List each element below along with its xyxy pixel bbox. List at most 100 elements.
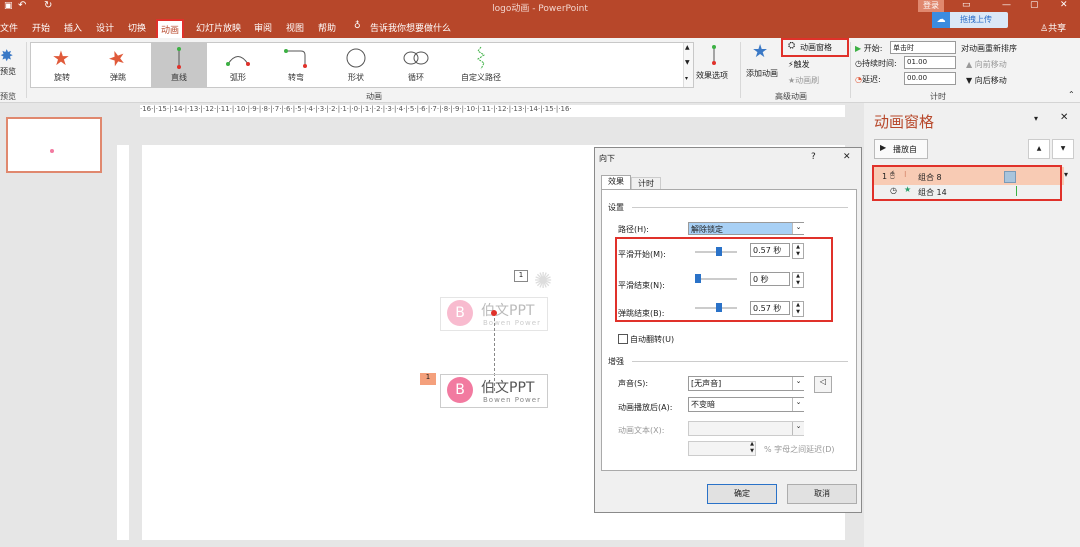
separator bbox=[850, 42, 851, 98]
logo-group[interactable]: B 伯文PPT Bowen Power bbox=[440, 374, 548, 408]
loop-path-icon bbox=[403, 51, 429, 65]
gallery-label: 弧形 bbox=[230, 73, 246, 82]
collapse-ribbon-icon[interactable]: ⌃ bbox=[1068, 90, 1075, 99]
gallery-scrollbar[interactable]: ▲ ▼ ▾ bbox=[683, 43, 693, 87]
tab-file[interactable]: 文件 bbox=[0, 21, 18, 34]
trigger-button[interactable]: ⚡触发 bbox=[788, 59, 810, 70]
separator bbox=[740, 42, 741, 98]
effect-options-icon bbox=[712, 45, 716, 65]
delay-input[interactable]: 00.00 bbox=[904, 72, 956, 85]
painter-label: 动画刷 bbox=[795, 76, 820, 85]
animation-pane: 动画窗格 ▾ ✕ ▶ 播放自 ▲ ▼ 1 🖰 ⁝ 组合 8 ▾ ◷ ★ 组合 1… bbox=[864, 103, 1080, 547]
animation-gallery: ★ 旋转 ★ 弹跳 直线 弧形 转弯 形状 循环 自定义路径 ▲ ▼ ▾ bbox=[30, 42, 694, 88]
gallery-item-custom-path[interactable]: 自定义路径 bbox=[451, 43, 511, 87]
chevron-down-icon[interactable]: ⌄ bbox=[792, 422, 804, 435]
tab-animations[interactable]: 动画 bbox=[156, 19, 185, 40]
preview-star-icon: ✸ bbox=[0, 46, 14, 65]
add-animation-button[interactable]: ★ 添加动画 bbox=[744, 40, 782, 88]
separator bbox=[26, 42, 27, 98]
chevron-down-icon[interactable]: ⌄ bbox=[792, 398, 804, 411]
tab-home[interactable]: 开始 bbox=[32, 21, 50, 34]
dialog-tab-panel: 设置 路径(H): 解除锁定 ⌄ 平滑开始(M): 0.57 秒 ▲ ▼ 平滑结束… bbox=[601, 189, 857, 471]
pane-close-icon[interactable]: ✕ bbox=[1060, 112, 1068, 123]
effect-options-button[interactable]: 效果选项 bbox=[694, 42, 736, 88]
chevron-down-icon[interactable]: ⌄ bbox=[792, 377, 804, 390]
up-arrow-icon: ▲ bbox=[966, 60, 973, 69]
add-animation-label: 添加动画 bbox=[746, 69, 778, 78]
animation-badge-top[interactable]: 1 bbox=[514, 270, 528, 282]
animation-badge-bottom[interactable]: 1 bbox=[420, 373, 436, 385]
tab-insert[interactable]: 插入 bbox=[64, 21, 82, 34]
help-button[interactable]: ? bbox=[811, 152, 816, 162]
tab-review[interactable]: 审阅 bbox=[254, 21, 272, 34]
move-down-button[interactable]: ▼ bbox=[1052, 139, 1074, 159]
upload-button[interactable]: ☁ 拖拽上传 bbox=[932, 12, 1008, 28]
gallery-label: 直线 bbox=[171, 73, 187, 82]
gallery-item-loop[interactable]: 循环 bbox=[391, 43, 441, 87]
ribbon-display-icon[interactable]: ▭ bbox=[962, 0, 971, 10]
gallery-item-arc[interactable]: 弧形 bbox=[213, 43, 263, 87]
path-select[interactable]: 解除锁定 bbox=[688, 222, 804, 235]
pane-options-icon[interactable]: ▾ bbox=[1034, 114, 1038, 123]
move-up-button[interactable]: ▲ bbox=[1028, 139, 1050, 159]
path-label: 路径(H): bbox=[618, 225, 649, 234]
tab-help[interactable]: 帮助 bbox=[318, 21, 336, 34]
animation-painter-button[interactable]: ★动画刷 bbox=[788, 75, 819, 86]
preview-button[interactable]: ✸ 预览 bbox=[0, 40, 24, 88]
gallery-item-bounce[interactable]: ★ 弹跳 bbox=[93, 43, 143, 87]
gallery-item-turn[interactable]: 转弯 bbox=[271, 43, 321, 87]
letter-delay-label: % 字母之间延迟(D) bbox=[764, 445, 835, 454]
tab-design[interactable]: 设计 bbox=[96, 21, 114, 34]
effect-options-label: 效果选项 bbox=[696, 71, 728, 80]
move-later-button[interactable]: ▼ 向后移动 bbox=[966, 75, 1007, 86]
share-button[interactable]: ♙共享 bbox=[1040, 21, 1066, 34]
after-animation-select[interactable]: 不变暗 bbox=[688, 397, 804, 412]
auto-reverse-checkbox[interactable] bbox=[618, 334, 628, 344]
gallery-label: 弹跳 bbox=[110, 73, 126, 82]
down-arrow-icon: ▼ bbox=[966, 76, 973, 85]
animate-text-select[interactable] bbox=[688, 421, 804, 436]
speaker-icon[interactable]: ◁ bbox=[814, 376, 832, 393]
minimize-icon[interactable]: — bbox=[1002, 0, 1011, 10]
tell-me-search[interactable]: 告诉我你想要做什么 bbox=[370, 21, 451, 34]
letter-delay-input[interactable] bbox=[688, 441, 756, 456]
animate-text-label: 动画文本(X): bbox=[618, 426, 665, 435]
move-earlier-label: 向前移动 bbox=[974, 60, 1007, 69]
tab-effect[interactable]: 效果 bbox=[601, 175, 631, 190]
ok-button[interactable]: 确定 bbox=[707, 484, 777, 504]
cancel-button[interactable]: 取消 bbox=[787, 484, 857, 504]
gallery-item-spin[interactable]: ★ 旋转 bbox=[37, 43, 87, 87]
slide-thumbnail[interactable] bbox=[6, 117, 102, 173]
duration-label-text: 持续时间: bbox=[861, 59, 897, 68]
tab-view[interactable]: 视图 bbox=[286, 21, 304, 34]
person-icon: ♙ bbox=[1040, 24, 1049, 34]
settings-heading: 设置 bbox=[608, 203, 624, 212]
tab-transitions[interactable]: 切换 bbox=[128, 21, 146, 34]
maximize-icon[interactable]: ▢ bbox=[1030, 0, 1039, 10]
duration-label: ◷持续时间: bbox=[855, 58, 897, 69]
play-from-button[interactable]: ▶ 播放自 bbox=[874, 139, 928, 159]
item-menu-icon[interactable]: ▾ bbox=[1064, 170, 1068, 179]
logo-letter: B bbox=[447, 300, 473, 326]
scroll-up-icon[interactable]: ▲ bbox=[685, 44, 690, 51]
move-earlier-button[interactable]: ▲ 向前移动 bbox=[966, 59, 1007, 70]
close-window-icon[interactable]: ✕ bbox=[1060, 0, 1068, 10]
gallery-item-line[interactable]: 直线 bbox=[151, 43, 207, 87]
thumbnail-pane bbox=[0, 103, 115, 547]
dialog-title: 向下 bbox=[599, 154, 615, 163]
arc-path-icon bbox=[226, 56, 250, 66]
chevron-down-icon[interactable]: ⌄ bbox=[792, 223, 804, 234]
gallery-item-shape[interactable]: 形状 bbox=[331, 43, 381, 87]
gallery-more-icon[interactable]: ▾ bbox=[685, 75, 688, 82]
login-button[interactable]: 登录 bbox=[918, 0, 944, 12]
start-select[interactable]: 单击时 bbox=[890, 41, 956, 54]
scroll-down-icon[interactable]: ▼ bbox=[685, 59, 690, 66]
dialog-close-button[interactable]: ✕ bbox=[843, 152, 851, 162]
divider bbox=[632, 361, 848, 362]
path-start-point[interactable] bbox=[491, 310, 497, 316]
tab-slideshow[interactable]: 幻灯片放映 bbox=[196, 21, 241, 34]
duration-input[interactable]: 01.00 bbox=[904, 56, 956, 69]
letter-delay-spinner[interactable]: ▲ ▼ bbox=[748, 441, 756, 456]
sound-select[interactable]: [无声音] bbox=[688, 376, 804, 391]
reorder-title: 对动画重新排序 bbox=[961, 44, 1017, 53]
